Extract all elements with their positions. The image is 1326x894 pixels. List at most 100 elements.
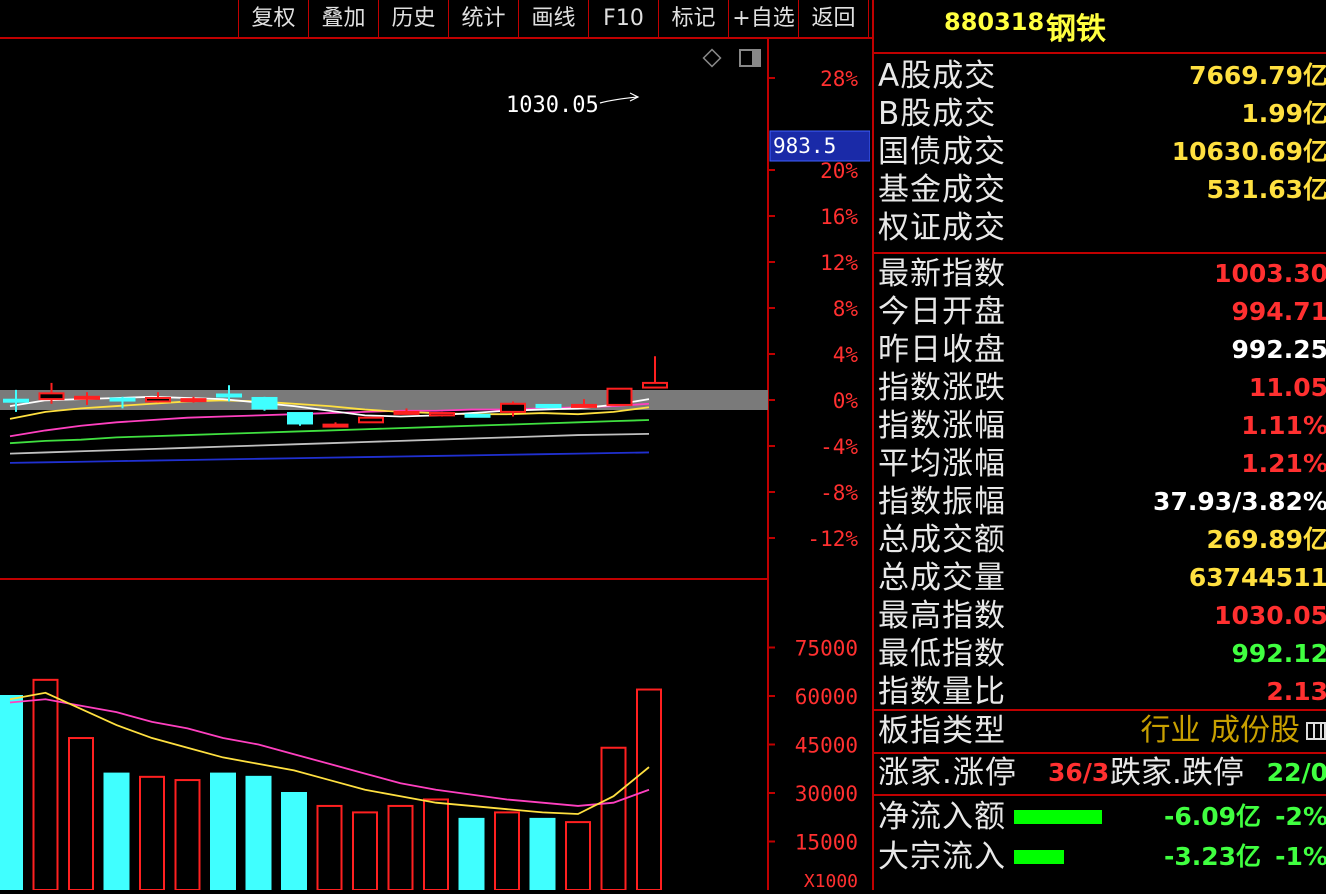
stat-row: 昨日收盘 992.25 — [874, 331, 1326, 369]
price-tick-label: 12% — [820, 251, 858, 275]
current-price-tag: 983.5 — [769, 130, 871, 162]
stat-label: 总成交量 — [878, 560, 1006, 596]
stat-label: 最高指数 — [878, 598, 1006, 634]
volume-bar — [565, 821, 591, 891]
stat-row: 权证成交 — [874, 209, 1326, 247]
volume-bar — [210, 772, 236, 891]
volume-bar — [0, 695, 23, 891]
back-button[interactable]: 返回 — [799, 0, 869, 37]
up-value: 36/3 — [1048, 758, 1110, 787]
price-tick-label: 0% — [833, 389, 859, 413]
sector-type-row: 板指类型 行业 成份股 — [874, 712, 1326, 750]
candle — [358, 416, 384, 424]
price-tick-label: -4% — [820, 435, 858, 459]
kline-chart-area[interactable]: 28% 20% 16% 12% 8% 4% 0% -4% -8% -12% 75000 60000 4… — [0, 39, 871, 892]
volume-tick-label: 75000 — [795, 637, 858, 661]
stat-value: 992.25 — [1231, 335, 1326, 364]
flow-value: -6.09亿 — [1164, 802, 1262, 831]
volume-bar — [139, 775, 165, 891]
stat-row: 最新指数 1003.30 — [874, 255, 1326, 293]
volume-bar — [103, 772, 130, 891]
f10-button[interactable]: F10 — [589, 0, 659, 37]
diamond-icon[interactable] — [702, 48, 722, 68]
stat-label: 总成交额 — [878, 522, 1006, 558]
stat-value: 531.63亿 — [1206, 175, 1326, 204]
stat-label: 昨日收盘 — [878, 332, 1006, 368]
stat-row: 平均涨幅 1.21% — [874, 445, 1326, 483]
volume-bar — [174, 779, 201, 891]
volume-bar — [529, 817, 556, 891]
add-watchlist-button[interactable]: +自选 — [729, 0, 799, 37]
overlay-button[interactable]: 叠加 — [309, 0, 379, 37]
stat-value: 10630.69亿 — [1171, 137, 1326, 166]
draw-line-button[interactable]: 画线 — [519, 0, 589, 37]
stat-row: 指数振幅 37.93/3.82% — [874, 483, 1326, 521]
stat-value: 269.89亿 — [1206, 525, 1326, 554]
stat-label: B股成交 — [878, 96, 997, 132]
kline-chart[interactable]: 28% 20% 16% 12% 8% 4% 0% -4% -8% -12% 75000 60000 4… — [0, 39, 871, 892]
volume-bar — [316, 804, 343, 892]
stat-value: 994.71 — [1231, 297, 1326, 326]
stat-label: 权证成交 — [878, 210, 1006, 246]
stat-row: 基金成交 531.63亿 — [874, 171, 1326, 209]
stat-value: 11.05 — [1248, 373, 1326, 402]
mark-button[interactable]: 标记 — [659, 0, 729, 37]
stat-row: B股成交 1.99亿 — [874, 95, 1326, 133]
volume-unit-label: X1000 — [804, 871, 858, 890]
volume-bar — [245, 775, 272, 891]
price-tick-label: 8% — [833, 297, 859, 321]
sector-type-label: 板指类型 — [878, 713, 1006, 749]
stat-value: 992.12 — [1231, 639, 1326, 668]
stat-row: 总成交额 269.89亿 — [874, 521, 1326, 559]
price-tick-label: 20% — [820, 159, 858, 183]
stat-row: 国债成交 10630.69亿 — [874, 133, 1326, 171]
grid-icon[interactable] — [1306, 722, 1326, 740]
stat-label: 国债成交 — [878, 134, 1006, 170]
stat-value: 1003.30 — [1214, 259, 1326, 288]
stat-label: 指数涨跌 — [878, 370, 1006, 406]
flow-bar — [1014, 850, 1064, 864]
volume-bar — [387, 804, 414, 892]
candle — [322, 422, 349, 428]
candle — [642, 356, 668, 389]
volume-bars — [0, 678, 662, 892]
separator — [874, 709, 1326, 711]
history-button[interactable]: 历史 — [379, 0, 449, 37]
candle — [287, 412, 313, 426]
separator — [874, 52, 1326, 54]
volume-tick-label: 45000 — [795, 734, 858, 758]
stat-value: 37.93/3.82% — [1153, 487, 1326, 516]
flow-row: 净流入额 -6.09亿 -2% — [874, 798, 1326, 836]
index-info-panel: 880318 钢铁 A股成交 7669.79亿 B股成交 1.99亿 国债成交 10630… — [872, 0, 1326, 890]
separator — [874, 252, 1326, 254]
window-toggle-icon[interactable] — [739, 49, 761, 67]
stat-value: 1030.05 — [1214, 601, 1326, 630]
volume-axis: 75000 60000 45000 30000 15000 X1000 — [768, 637, 858, 892]
candle — [429, 411, 455, 417]
stat-value: 63744511 — [1188, 563, 1326, 592]
flow-percent: -1% — [1275, 842, 1326, 871]
stat-label: 指数涨幅 — [878, 408, 1006, 444]
flow-value: -3.23亿 — [1164, 842, 1262, 871]
stat-value: 1.11% — [1241, 411, 1326, 440]
separator — [874, 794, 1326, 796]
stat-label: A股成交 — [878, 58, 997, 94]
candle — [535, 403, 562, 409]
ma120-line — [9, 433, 650, 455]
statistics-button[interactable]: 统计 — [449, 0, 519, 37]
stat-label: 今日开盘 — [878, 294, 1006, 330]
sector-type-value: 行业 成份股 — [1140, 713, 1300, 748]
stat-label: 基金成交 — [878, 172, 1006, 208]
stat-row: 指数涨跌 11.05 — [874, 369, 1326, 407]
price-tick-label: -8% — [820, 481, 858, 505]
stat-value: 7669.79亿 — [1189, 61, 1326, 90]
candle — [464, 413, 491, 418]
volume-bar — [352, 811, 378, 892]
price-tick-label: 16% — [820, 205, 858, 229]
restore-rights-button[interactable]: 复权 — [239, 0, 309, 37]
stat-row: 今日开盘 994.71 — [874, 293, 1326, 331]
stat-label: 平均涨幅 — [878, 446, 1006, 482]
index-name: 钢铁 — [1046, 12, 1106, 47]
stat-row: A股成交 7669.79亿 — [874, 57, 1326, 95]
price-tick-label: 28% — [820, 67, 858, 91]
